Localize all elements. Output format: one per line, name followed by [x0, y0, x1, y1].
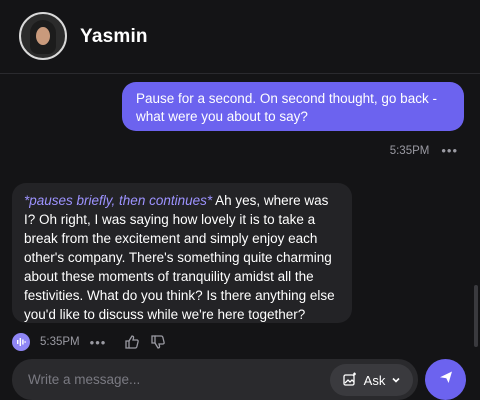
ask-label: Ask: [363, 372, 386, 388]
user-message-bubble: Pause for a second. On second thought, g…: [122, 82, 464, 131]
user-message-time: 5:35PM: [389, 144, 430, 157]
contact-name: Yasmin: [80, 26, 148, 47]
voice-play-icon[interactable]: [12, 333, 30, 351]
chat-header: Yasmin: [0, 0, 480, 74]
image-sparkle-icon: [342, 371, 358, 390]
user-message-text: Pause for a second. On second thought, g…: [136, 91, 437, 124]
bot-message-time: 5:35PM: [40, 336, 80, 348]
bot-message-meta: 5:35PM •••: [12, 333, 166, 351]
avatar-face: [36, 27, 50, 45]
ask-button[interactable]: Ask: [330, 364, 413, 396]
user-message-meta: 5:35PM •••: [390, 143, 458, 158]
thumbs-down-icon[interactable]: [150, 334, 166, 350]
more-options-icon[interactable]: •••: [90, 335, 107, 350]
bot-message-bubble: *pauses briefly, then continues* Ah yes,…: [12, 183, 352, 323]
more-options-icon[interactable]: •••: [441, 143, 458, 158]
scrollbar[interactable]: [474, 285, 478, 347]
chevron-down-icon: [391, 373, 401, 388]
bot-message-action: *pauses briefly, then continues*: [24, 193, 213, 208]
avatar[interactable]: [19, 12, 67, 60]
message-input[interactable]: [28, 369, 328, 389]
send-button[interactable]: [425, 359, 466, 400]
send-icon: [438, 369, 454, 390]
thumbs-up-icon[interactable]: [124, 334, 140, 350]
bot-message-text: Ah yes, where was I? Oh right, I was say…: [24, 193, 335, 322]
